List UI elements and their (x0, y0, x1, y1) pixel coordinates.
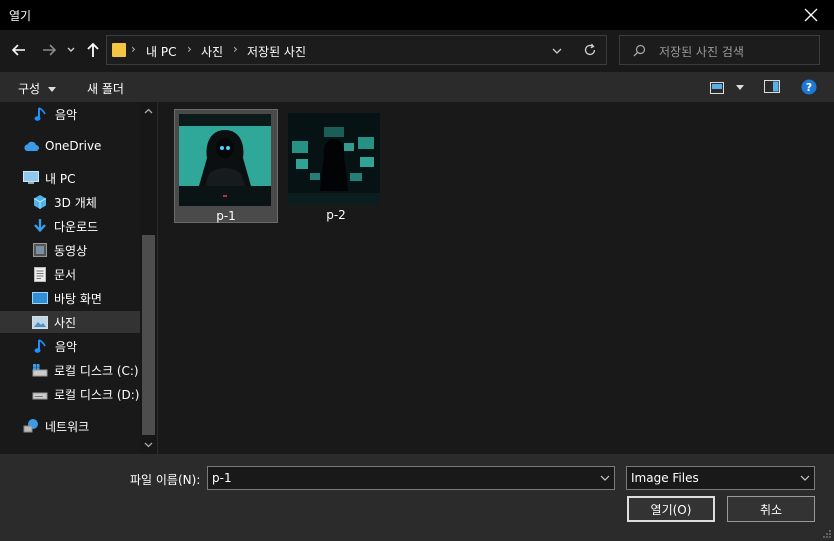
breadcrumb-separator: › (131, 42, 136, 56)
cancel-button[interactable]: 취소 (727, 496, 815, 522)
scroll-down-icon[interactable] (144, 442, 153, 448)
sidebar-item-label: 사진 (54, 315, 77, 330)
navigation-pane: 음악 OneDrive 내 PC 3D 개체 다운로드 동영상 문서 바탕 화면… (0, 102, 157, 454)
arrow-right-icon (43, 44, 57, 56)
back-button[interactable] (8, 38, 30, 62)
music-icon (33, 106, 49, 122)
file-item-p-2[interactable]: p-2 (284, 109, 388, 223)
scroll-up-icon[interactable] (144, 108, 153, 114)
pictures-icon (32, 314, 48, 330)
dropdown-arrow-icon (736, 85, 744, 90)
sidebar-item-local-disk-d[interactable]: 로컬 디스크 (D:) (0, 383, 140, 405)
sidebar-item-label: 네트워크 (45, 419, 90, 434)
chevron-down-icon[interactable] (552, 46, 562, 56)
filename-input[interactable]: p-1 (207, 466, 615, 490)
help-button[interactable]: ? (801, 79, 817, 98)
document-icon (32, 266, 48, 282)
sidebar-item-3d-objects[interactable]: 3D 개체 (0, 191, 140, 213)
filename-label: 파일 이름(N): (130, 473, 201, 487)
sidebar-item-label: 로컬 디스크 (C:) (54, 363, 139, 378)
sidebar-item-pictures[interactable]: 사진 (0, 311, 140, 333)
search-box[interactable]: 저장된 사진 검색 (619, 35, 820, 65)
sidebar-item-label: 내 PC (45, 171, 76, 186)
network-icon (23, 418, 39, 434)
file-type-value: Image Files (631, 471, 699, 485)
download-icon (32, 218, 48, 234)
sidebar-item-label: 음악 (55, 107, 78, 122)
image-thumbnail (288, 113, 380, 205)
video-icon (32, 242, 48, 258)
music-icon (33, 338, 49, 354)
title-bar: 열기 (0, 0, 834, 30)
sidebar-item-local-disk-c[interactable]: 로컬 디스크 (C:) (0, 359, 140, 381)
file-dialog-footer: 파일 이름(N): p-1 Image Files 열기(O) 취소 (0, 454, 834, 541)
sidebar-item-music-quick[interactable]: 음악 (0, 103, 140, 125)
sidebar-item-label: 동영상 (54, 243, 88, 258)
sidebar-item-label: 문서 (54, 267, 77, 282)
preview-pane-button[interactable] (764, 80, 780, 96)
sidebar-item-downloads[interactable]: 다운로드 (0, 215, 140, 237)
file-item-p-1[interactable]: p-1 (174, 109, 278, 223)
drive-icon (32, 386, 48, 402)
chevron-down-icon (800, 475, 810, 481)
open-button[interactable]: 열기(O) (627, 496, 715, 522)
sidebar-item-network[interactable]: 네트워크 (0, 415, 140, 437)
close-button[interactable] (788, 0, 834, 30)
filename-value: p-1 (212, 471, 232, 485)
command-bar: 구성 새 폴더 ? (0, 72, 834, 102)
folder-icon (112, 43, 126, 57)
arrow-left-icon (11, 44, 25, 56)
sidebar-item-videos[interactable]: 동영상 (0, 239, 140, 261)
chevron-down-icon (67, 47, 75, 52)
refresh-icon[interactable] (583, 43, 597, 57)
pc-icon (23, 170, 39, 186)
sidebar-item-label: OneDrive (45, 139, 102, 153)
forward-button[interactable] (38, 38, 60, 62)
arrow-up-icon (87, 42, 99, 57)
up-button[interactable] (84, 38, 102, 62)
help-icon: ? (801, 79, 817, 95)
breadcrumb-saved-pictures[interactable]: 저장된 사진 (247, 43, 306, 60)
view-icon (710, 82, 724, 94)
breadcrumb-pictures[interactable]: 사진 (201, 43, 223, 60)
svg-text:?: ? (806, 81, 812, 94)
breadcrumb-separator: › (233, 42, 238, 56)
sidebar-item-music[interactable]: 음악 (0, 335, 140, 357)
search-placeholder: 저장된 사진 검색 (659, 45, 744, 59)
close-icon (804, 8, 818, 22)
file-name: p-1 (216, 209, 236, 223)
breadcrumb-separator: › (187, 42, 192, 56)
recent-locations-button[interactable] (64, 38, 78, 62)
sidebar-item-label: 로컬 디스크 (D:) (54, 387, 140, 402)
file-list: p-1 p-2 (158, 102, 834, 454)
resize-grip-icon[interactable] (822, 529, 832, 539)
sidebar-item-onedrive[interactable]: OneDrive (0, 135, 140, 157)
view-options-button[interactable] (710, 80, 746, 96)
dropdown-arrow-icon (47, 86, 56, 92)
sidebar-item-label: 3D 개체 (54, 195, 97, 210)
organize-label: 구성 (18, 82, 41, 96)
cloud-icon (23, 138, 39, 154)
preview-pane-icon (764, 80, 780, 93)
image-thumbnail (179, 114, 271, 206)
breadcrumb-this-pc[interactable]: 내 PC (146, 43, 176, 60)
sidebar-item-label: 다운로드 (54, 219, 99, 234)
window-title: 열기 (9, 9, 32, 23)
sidebar-item-label: 바탕 화면 (54, 291, 102, 306)
file-type-select[interactable]: Image Files (626, 466, 815, 490)
chevron-down-icon[interactable] (600, 474, 610, 482)
new-folder-button[interactable]: 새 폴더 (87, 80, 124, 97)
search-icon (633, 44, 646, 57)
sidebar-item-desktop[interactable]: 바탕 화면 (0, 287, 140, 309)
file-name: p-2 (326, 208, 346, 222)
address-bar[interactable]: › 내 PC › 사진 › 저장된 사진 (106, 35, 607, 65)
drive-icon (32, 362, 48, 378)
sidebar-item-this-pc[interactable]: 내 PC (0, 167, 140, 189)
desktop-icon (32, 290, 48, 306)
sidebar-item-documents[interactable]: 문서 (0, 263, 140, 285)
sidebar-item-label: 음악 (55, 339, 78, 354)
organize-button[interactable]: 구성 (18, 80, 56, 97)
cube-icon (32, 194, 48, 210)
sidebar-scroll-thumb[interactable] (142, 235, 155, 435)
